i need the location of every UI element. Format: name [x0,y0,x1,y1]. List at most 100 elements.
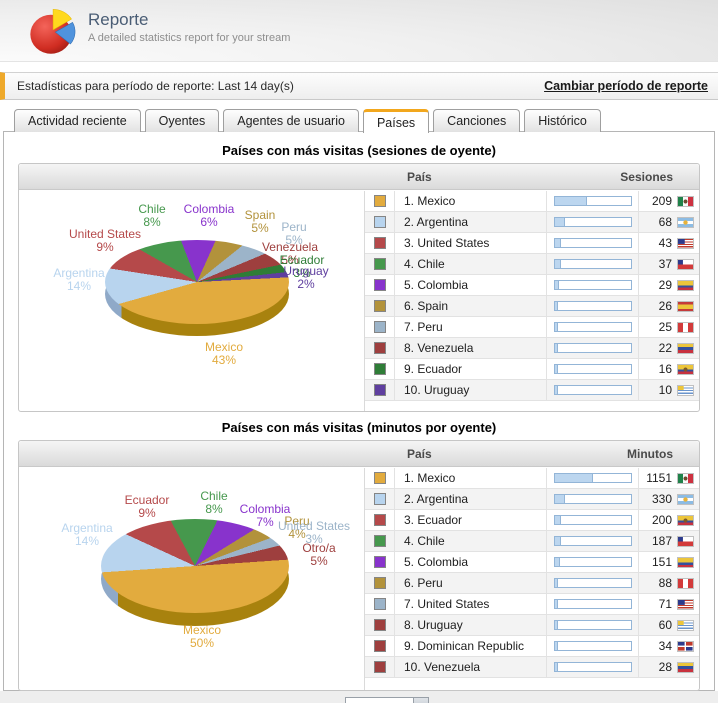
value-cell: 209 [651,194,672,208]
change-period-link[interactable]: Cambiar período de reporte [544,79,708,93]
flag-ve-icon [677,661,694,673]
footer-dropdown[interactable] [345,697,429,703]
tab-países[interactable]: Países [362,109,430,133]
column-header-minutes: Minutos [627,447,673,461]
country-label: 1. Mexico [395,191,547,211]
share-bar [553,473,632,483]
tab-canciones[interactable]: Canciones [433,109,521,132]
legend-color-swatch [373,535,386,547]
legend-color-swatch [373,556,386,568]
minutes-table: 1. Mexico 1151 2. Argentina 330 3. Ecuador 20… [364,468,699,690]
tab-histórico[interactable]: Histórico [524,109,601,132]
legend-color-swatch [373,472,386,484]
column-header-sessions: Sesiones [620,170,673,184]
country-row: 7. United States 71 [365,594,699,615]
country-label: 5. Colombia [395,275,547,295]
country-label: 4. Chile [395,254,547,274]
panel-title-minutes: Países con más visitas (minutos por oyen… [221,420,497,435]
flag-ec-icon [677,363,694,375]
bar-cell [547,191,639,211]
tab-oyentes[interactable]: Oyentes [144,109,220,132]
swatch-cell [365,212,395,232]
bar-cell [547,615,639,635]
tab-agentes-de-usuario[interactable]: Agentes de usuario [223,109,359,132]
report-period-bar: Estadísticas para período de reporte: La… [0,72,718,100]
flag-cell [677,279,702,291]
flag-pe-icon [677,321,694,333]
share-bar [553,599,632,609]
value-cell: 187 [651,534,672,548]
legend-color-swatch [373,598,386,610]
bar-cell [547,380,639,400]
bar-cell [547,573,639,593]
legend-color-swatch [373,300,386,312]
country-row: 10. Uruguay 10 [365,380,699,401]
value-cell: 1151 [646,471,672,485]
flag-us-icon [677,237,694,249]
bar-cell [547,296,639,316]
share-bar [553,641,632,651]
flag-cell [677,640,702,652]
pie-label: Mexico 43% [204,340,244,367]
country-row: 6. Peru 88 [365,573,699,594]
share-bar [553,238,632,248]
legend-color-swatch [373,514,386,526]
flag-do-icon [677,640,694,652]
legend-color-swatch [373,363,386,375]
pie-label: Ecuador 9% [124,493,170,520]
country-label: 10. Venezuela [395,657,547,677]
flag-cell [677,216,702,228]
share-bar-fill [554,302,559,310]
legend-color-swatch [373,279,386,291]
swatch-cell [365,338,395,358]
value-cell: 330 [651,492,672,506]
country-label: 10. Uruguay [395,380,547,400]
swatch-cell [365,296,395,316]
legend-color-swatch [373,493,386,505]
legend-color-swatch [373,321,386,333]
bar-cell [547,359,639,379]
panel-body: Chile 8% Colombia 7% Peru 4% United States 3% Ot… [19,468,699,690]
share-bar [553,536,632,546]
chevron-down-icon[interactable] [413,698,428,703]
swatch-cell [365,531,395,551]
swatch-cell [365,552,395,572]
value-cell: 71 [658,597,672,611]
flag-ve-icon [677,342,694,354]
pie-label: Chile 8% [138,202,166,229]
flag-cell [677,577,702,589]
legend-color-swatch [373,195,386,207]
pie-label: Argentina 14% [53,266,105,293]
panel-title-sessions: Países con más visitas (sesiones de oyen… [222,143,496,158]
value-cell: 200 [651,513,672,527]
share-bar-fill [554,344,559,352]
flag-cell [677,493,702,505]
country-label: 9. Dominican Republic [395,636,547,656]
share-bar-fill [554,239,562,247]
legend-color-swatch [373,216,386,228]
flag-mx-icon [677,472,694,484]
flag-us-icon [677,598,694,610]
country-label: 8. Uruguay [395,615,547,635]
legend-color-swatch [373,640,386,652]
value-cell: 151 [651,555,672,569]
legend-color-swatch [373,258,386,270]
bar-cell [547,275,639,295]
tab-actividad-reciente[interactable]: Actividad reciente [14,109,141,132]
swatch-cell [365,254,395,274]
share-bar [553,322,632,332]
share-bar [553,259,632,269]
swatch-cell [365,657,395,677]
share-bar-fill [554,281,560,289]
flag-cl-icon [677,535,694,547]
flag-cell [677,384,702,396]
country-label: 6. Peru [395,573,547,593]
country-label: 6. Spain [395,296,547,316]
country-row: 1. Mexico 209 [365,191,699,212]
value-cell: 88 [658,576,672,590]
bar-cell [547,489,639,509]
flag-cell [677,598,702,610]
country-row: 2. Argentina 68 [365,212,699,233]
flag-uy-icon [677,619,694,631]
value-cell: 25 [658,320,672,334]
